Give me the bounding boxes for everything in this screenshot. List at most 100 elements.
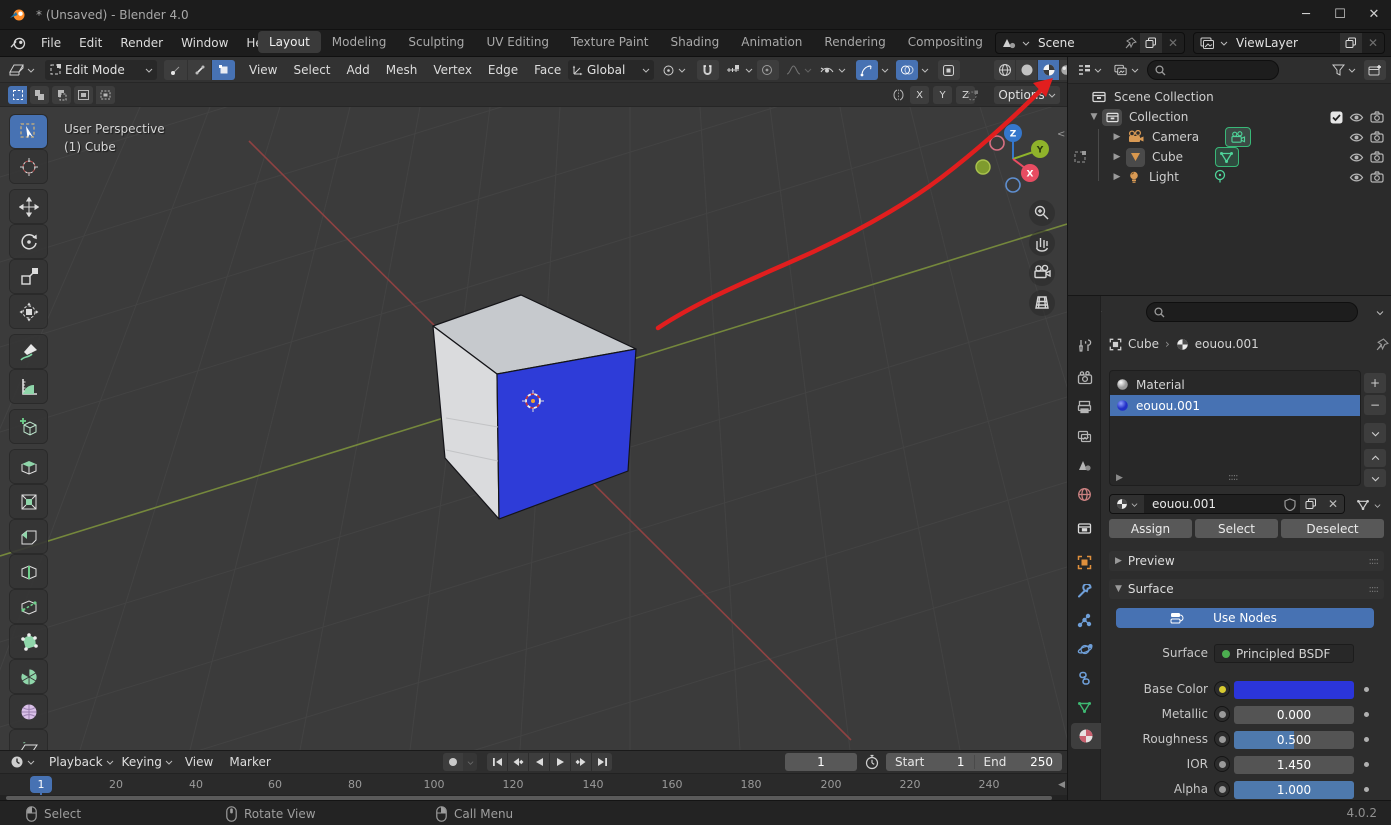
end-frame-field[interactable]: End250 bbox=[975, 755, 1063, 769]
tab-scene-icon[interactable] bbox=[1068, 452, 1101, 478]
view-layer-icon[interactable] bbox=[1194, 37, 1220, 49]
menu-mesh[interactable]: Mesh bbox=[378, 57, 426, 83]
tool-annotate[interactable] bbox=[10, 335, 47, 368]
tab-object-icon[interactable] bbox=[1068, 549, 1101, 575]
disable-render-camera-icon[interactable] bbox=[1370, 171, 1384, 183]
gizmo-y-neg[interactable] bbox=[976, 160, 990, 174]
solid-shading-button[interactable] bbox=[1016, 60, 1037, 80]
tab-compositing[interactable]: Compositing bbox=[897, 31, 994, 53]
breadcrumb-object[interactable]: Cube bbox=[1128, 337, 1159, 351]
overlays-toggle-button[interactable] bbox=[896, 60, 918, 80]
snap-target-dropdown[interactable] bbox=[722, 60, 757, 80]
tool-measure[interactable] bbox=[10, 370, 47, 403]
move-slot-down-button[interactable] bbox=[1364, 469, 1386, 487]
hide-eye-icon[interactable] bbox=[1349, 172, 1364, 183]
camera-view-button[interactable] bbox=[1029, 260, 1055, 286]
tab-particles-icon[interactable] bbox=[1068, 607, 1101, 633]
tab-render-icon[interactable] bbox=[1068, 365, 1101, 391]
new-collection-button[interactable] bbox=[1364, 60, 1386, 80]
alpha-slider[interactable]: 1.000 bbox=[1234, 781, 1354, 799]
properties-options-button[interactable] bbox=[1372, 302, 1388, 322]
tool-bevel[interactable] bbox=[10, 520, 47, 553]
surface-panel-header[interactable]: ▼ Surface :::: bbox=[1109, 579, 1384, 599]
tool-spin[interactable] bbox=[10, 660, 47, 693]
scene-collection-label[interactable]: Scene Collection bbox=[1114, 90, 1214, 104]
material-preview-shading-button[interactable] bbox=[1038, 60, 1059, 80]
roughness-slider[interactable]: 0.500 bbox=[1234, 731, 1354, 749]
viewport-nav-buttons[interactable] bbox=[1029, 200, 1055, 316]
roughness-socket[interactable] bbox=[1214, 731, 1230, 747]
previous-keyframe-button[interactable] bbox=[508, 753, 528, 771]
properties-search-field[interactable] bbox=[1146, 302, 1358, 322]
preview-panel-header[interactable]: ▶ Preview :::: bbox=[1109, 551, 1384, 571]
start-frame-field[interactable]: Start1 bbox=[886, 755, 975, 769]
play-reverse-button[interactable] bbox=[529, 753, 549, 771]
timeline-collapse-arrow[interactable]: ◀ bbox=[1058, 780, 1065, 790]
tool-shear[interactable] bbox=[10, 730, 47, 750]
viewport-canvas[interactable]: Z Y X < bbox=[0, 107, 1067, 750]
select-button[interactable]: Select bbox=[1195, 519, 1278, 538]
disable-render-camera-icon[interactable] bbox=[1370, 131, 1384, 143]
use-nodes-button[interactable]: Use Nodes bbox=[1116, 608, 1374, 628]
checkbox-icon[interactable] bbox=[1330, 111, 1343, 124]
hide-eye-icon[interactable] bbox=[1349, 132, 1364, 143]
outliner-row-collection[interactable]: ▼ Collection bbox=[1068, 107, 1391, 127]
menu-file[interactable]: File bbox=[32, 32, 70, 54]
animate-dot[interactable] bbox=[1364, 762, 1369, 767]
animate-dot[interactable] bbox=[1364, 737, 1369, 742]
scene-selector[interactable]: Scene ✕ bbox=[995, 32, 1185, 54]
proportional-editing-button[interactable] bbox=[757, 60, 779, 80]
jump-to-end-button[interactable] bbox=[592, 753, 612, 771]
panel-grip[interactable]: :::: bbox=[1369, 556, 1378, 567]
tab-sculpting[interactable]: Sculpting bbox=[397, 31, 475, 53]
hide-eye-icon[interactable] bbox=[1349, 112, 1364, 123]
tab-tool-icon[interactable] bbox=[1068, 332, 1101, 358]
app-menu-icon[interactable] bbox=[10, 37, 26, 50]
tab-world-icon[interactable] bbox=[1068, 481, 1101, 507]
tab-collection-icon[interactable] bbox=[1068, 515, 1101, 541]
tool-rotate[interactable] bbox=[10, 225, 47, 258]
3d-viewport[interactable]: Z Y X < Edit Mode bbox=[0, 57, 1067, 750]
timeline-marker-menu[interactable]: Marker bbox=[221, 751, 278, 773]
tool-loop-cut[interactable] bbox=[10, 555, 47, 588]
gizmo-x-neg[interactable] bbox=[990, 136, 1004, 150]
tool-select-box[interactable] bbox=[10, 115, 47, 148]
wireframe-shading-button[interactable] bbox=[994, 60, 1015, 80]
xray-toggle-button[interactable] bbox=[938, 60, 960, 80]
vertex-select-button[interactable] bbox=[164, 60, 187, 80]
current-frame-indicator[interactable]: 1 bbox=[30, 776, 52, 793]
zoom-button[interactable] bbox=[1029, 200, 1055, 226]
current-frame-field[interactable]: 1 bbox=[785, 753, 857, 771]
transform-orientation-dropdown[interactable]: Global bbox=[568, 60, 654, 80]
auto-key-record-button[interactable] bbox=[443, 753, 463, 771]
tab-rendering[interactable]: Rendering bbox=[813, 31, 896, 53]
tool-cursor[interactable] bbox=[10, 150, 47, 183]
snap-toggle-button[interactable] bbox=[697, 60, 719, 80]
close-button[interactable]: ✕ bbox=[1357, 0, 1391, 30]
camera-label[interactable]: Camera bbox=[1152, 130, 1199, 144]
tab-output-icon[interactable] bbox=[1068, 394, 1101, 420]
remove-slot-button[interactable]: − bbox=[1364, 395, 1386, 415]
panel-grip[interactable]: :::: bbox=[1369, 584, 1378, 595]
tool-extrude-region[interactable] bbox=[10, 450, 47, 483]
outliner-search-input[interactable] bbox=[1171, 63, 1271, 77]
menu-edge[interactable]: Edge bbox=[480, 57, 526, 83]
material-name-field[interactable]: eouou.001 bbox=[1144, 497, 1280, 511]
snap-base-button[interactable] bbox=[962, 86, 983, 104]
mirror-x-button[interactable]: X bbox=[910, 86, 929, 104]
remove-view-layer-icon[interactable]: ✕ bbox=[1362, 32, 1384, 54]
list-resize-grip[interactable]: :::: bbox=[1228, 472, 1237, 483]
timeline-editor-type-button[interactable] bbox=[6, 752, 39, 772]
assign-button[interactable]: Assign bbox=[1109, 519, 1192, 538]
base-color-swatch[interactable] bbox=[1234, 681, 1354, 699]
disable-render-camera-icon[interactable] bbox=[1370, 111, 1384, 123]
timeline-view-menu[interactable]: View bbox=[177, 751, 221, 773]
chevron-down-icon[interactable] bbox=[1022, 39, 1030, 47]
slot-name[interactable]: Material bbox=[1136, 378, 1185, 392]
outliner-row-scene-collection[interactable]: Scene Collection bbox=[1068, 87, 1391, 107]
tool-inset-faces[interactable] bbox=[10, 485, 47, 518]
list-expand-triangle[interactable]: ▶ bbox=[1116, 473, 1123, 483]
new-scene-icon[interactable] bbox=[1140, 32, 1162, 54]
tab-modifiers-icon[interactable] bbox=[1068, 578, 1101, 604]
expand-triangle-icon[interactable]: ▶ bbox=[1111, 172, 1123, 182]
